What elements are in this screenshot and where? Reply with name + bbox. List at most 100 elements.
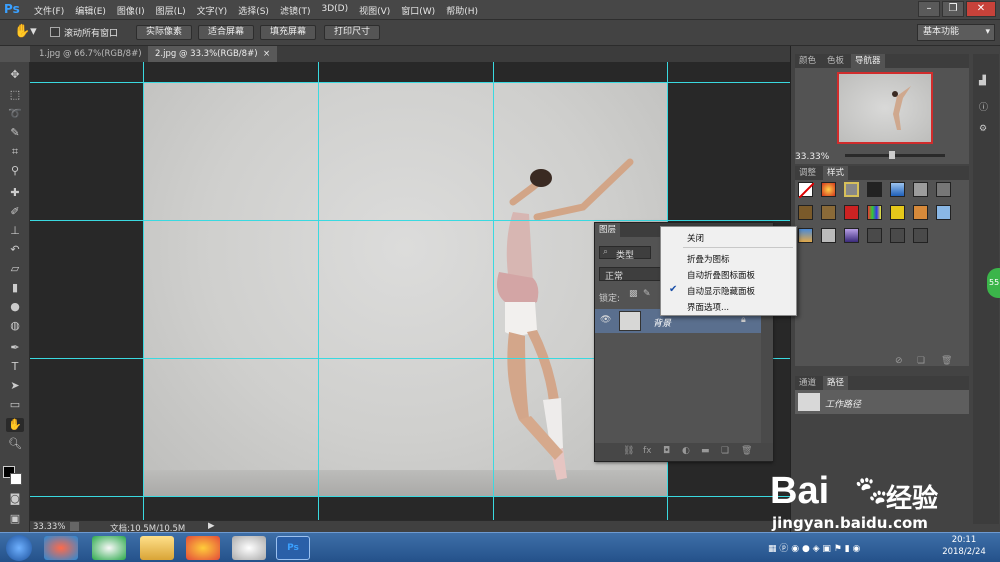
style-swatch[interactable]	[867, 182, 882, 197]
shape-tool-icon[interactable]: ▭	[6, 398, 24, 412]
lasso-tool-icon[interactable]: ➰	[6, 107, 24, 121]
menu-item-collapse-to-icons[interactable]: 折叠为图标	[687, 253, 730, 265]
menu-type[interactable]: 文字(Y)	[197, 4, 228, 17]
marquee-tool-icon[interactable]: ⬚	[6, 88, 24, 102]
browser-icon[interactable]	[92, 536, 126, 560]
actual-pixels-button[interactable]: 实际像素	[136, 25, 193, 40]
close-window-button[interactable]: ✕	[966, 1, 996, 17]
brush-tool-icon[interactable]: ✐	[6, 205, 24, 219]
trash-icon[interactable]: 🗑︎	[741, 446, 752, 456]
style-swatch[interactable]	[890, 182, 905, 197]
info-icon[interactable]: ⓘ	[979, 100, 988, 113]
menu-3d[interactable]: 3D(D)	[321, 4, 348, 17]
menu-item-auto-collapse[interactable]: 自动折叠图标面板	[687, 269, 755, 281]
histogram-icon[interactable]: ▟	[979, 76, 986, 86]
move-tool-icon[interactable]: ✥	[6, 68, 24, 82]
side-badge[interactable]: 55	[987, 268, 1000, 298]
path-row[interactable]: 工作路径	[795, 390, 969, 414]
dodge-tool-icon[interactable]: ◍	[6, 319, 24, 333]
style-swatch[interactable]	[867, 205, 882, 220]
guide-line[interactable]	[318, 62, 319, 520]
lock-pixels-icon[interactable]: ▩	[629, 289, 638, 299]
style-swatch[interactable]	[867, 228, 882, 243]
new-layer-icon[interactable]: ❏	[721, 446, 729, 456]
style-swatch[interactable]	[913, 205, 928, 220]
slider-thumb[interactable]	[889, 151, 895, 159]
menu-select[interactable]: 选择(S)	[238, 4, 269, 17]
scroll-all-checkbox[interactable]	[50, 27, 60, 37]
lock-brush-icon[interactable]: ✎	[643, 289, 651, 299]
eye-icon[interactable]: 👁︎	[600, 315, 611, 325]
style-swatch[interactable]	[936, 205, 951, 220]
menu-help[interactable]: 帮助(H)	[446, 4, 478, 17]
guide-line[interactable]	[30, 82, 790, 83]
style-swatch[interactable]	[821, 205, 836, 220]
guide-line[interactable]	[30, 220, 790, 221]
folder-icon[interactable]	[140, 536, 174, 560]
link-layers-icon[interactable]: ⛓	[623, 446, 634, 456]
tab-doc-2[interactable]: 2.jpg @ 33.3%(RGB/8#) ×	[148, 46, 278, 62]
tab-swatches[interactable]: 色板	[823, 54, 848, 68]
status-icon[interactable]	[70, 522, 79, 531]
delete-style-icon[interactable]: ⊘	[895, 356, 903, 366]
app-icon[interactable]	[44, 536, 78, 560]
tab-styles[interactable]: 样式	[823, 166, 849, 180]
menu-window[interactable]: 窗口(W)	[401, 4, 435, 17]
menu-view[interactable]: 视图(V)	[359, 4, 390, 17]
style-swatch[interactable]	[844, 205, 859, 220]
new-style-icon[interactable]: ❏	[917, 356, 925, 366]
guide-line[interactable]	[143, 62, 144, 520]
hand-tool-icon[interactable]: ✋	[6, 418, 24, 432]
menu-image[interactable]: 图像(I)	[117, 4, 145, 17]
style-swatch[interactable]	[844, 182, 859, 197]
crop-tool-icon[interactable]: ⌗	[6, 145, 24, 159]
tab-adjustments[interactable]: 调整	[795, 166, 820, 180]
blur-tool-icon[interactable]: ●	[6, 300, 24, 314]
healing-brush-tool-icon[interactable]: ✚	[6, 186, 24, 200]
navigator-preview[interactable]	[837, 72, 933, 144]
history-brush-tool-icon[interactable]: ↶	[6, 243, 24, 257]
fx-icon[interactable]: fx	[643, 446, 652, 456]
print-size-button[interactable]: 打印尺寸	[324, 25, 381, 40]
taskbar-clock[interactable]: 20:11 2018/2/24	[936, 534, 992, 558]
style-swatch[interactable]	[913, 228, 928, 243]
menu-item-close[interactable]: 关闭	[687, 232, 704, 244]
style-swatch[interactable]	[936, 182, 951, 197]
mask-icon[interactable]: ◘	[663, 446, 670, 456]
close-tab-icon[interactable]: ×	[263, 49, 270, 59]
tab-color[interactable]: 颜色	[795, 54, 820, 68]
tab-navigator[interactable]: 导航器	[851, 54, 885, 68]
photoshop-taskbar-icon[interactable]: Ps	[276, 536, 310, 560]
style-swatch[interactable]	[798, 205, 813, 220]
eraser-tool-icon[interactable]: ▱	[6, 262, 24, 276]
zoom-level[interactable]: 33.33%	[33, 522, 65, 532]
document-image[interactable]	[143, 82, 667, 496]
style-swatch[interactable]	[890, 228, 905, 243]
navigator-zoom-slider[interactable]	[845, 154, 945, 157]
trash-icon[interactable]: 🗑︎	[941, 356, 952, 366]
guide-line[interactable]	[493, 62, 494, 520]
style-swatch[interactable]	[798, 228, 813, 243]
start-button[interactable]	[6, 535, 32, 561]
fit-screen-button[interactable]: 适合屏幕	[198, 25, 255, 40]
menu-file[interactable]: 文件(F)	[34, 4, 64, 17]
menu-item-auto-show-hidden[interactable]: 自动显示隐藏面板	[687, 285, 755, 297]
tab-channels[interactable]: 通道	[795, 376, 820, 390]
quick-select-tool-icon[interactable]: ✎	[6, 126, 24, 140]
chrome-icon[interactable]	[186, 536, 220, 560]
minimize-button[interactable]: –	[918, 1, 940, 17]
style-swatch[interactable]	[890, 205, 905, 220]
tab-layers[interactable]: 图层	[595, 223, 621, 237]
pen-tool-icon[interactable]: ✒	[6, 341, 24, 355]
adjustment-layer-icon[interactable]: ◐	[682, 446, 690, 456]
background-color-swatch[interactable]	[10, 473, 22, 485]
hand-tool-icon[interactable]: ✋▾	[14, 24, 37, 39]
eyedropper-tool-icon[interactable]: ⚲	[6, 164, 24, 178]
zoom-tool-icon[interactable]: 🔍︎	[6, 437, 24, 451]
status-arrow-icon[interactable]: ▶	[208, 521, 215, 531]
properties-icon[interactable]: ⚙	[979, 124, 987, 134]
menu-filter[interactable]: 滤镜(T)	[280, 4, 311, 17]
menu-item-interface-options[interactable]: 界面选项...	[687, 301, 729, 313]
fill-screen-button[interactable]: 填充屏幕	[260, 25, 317, 40]
blend-mode-select[interactable]: 正常	[599, 267, 661, 282]
